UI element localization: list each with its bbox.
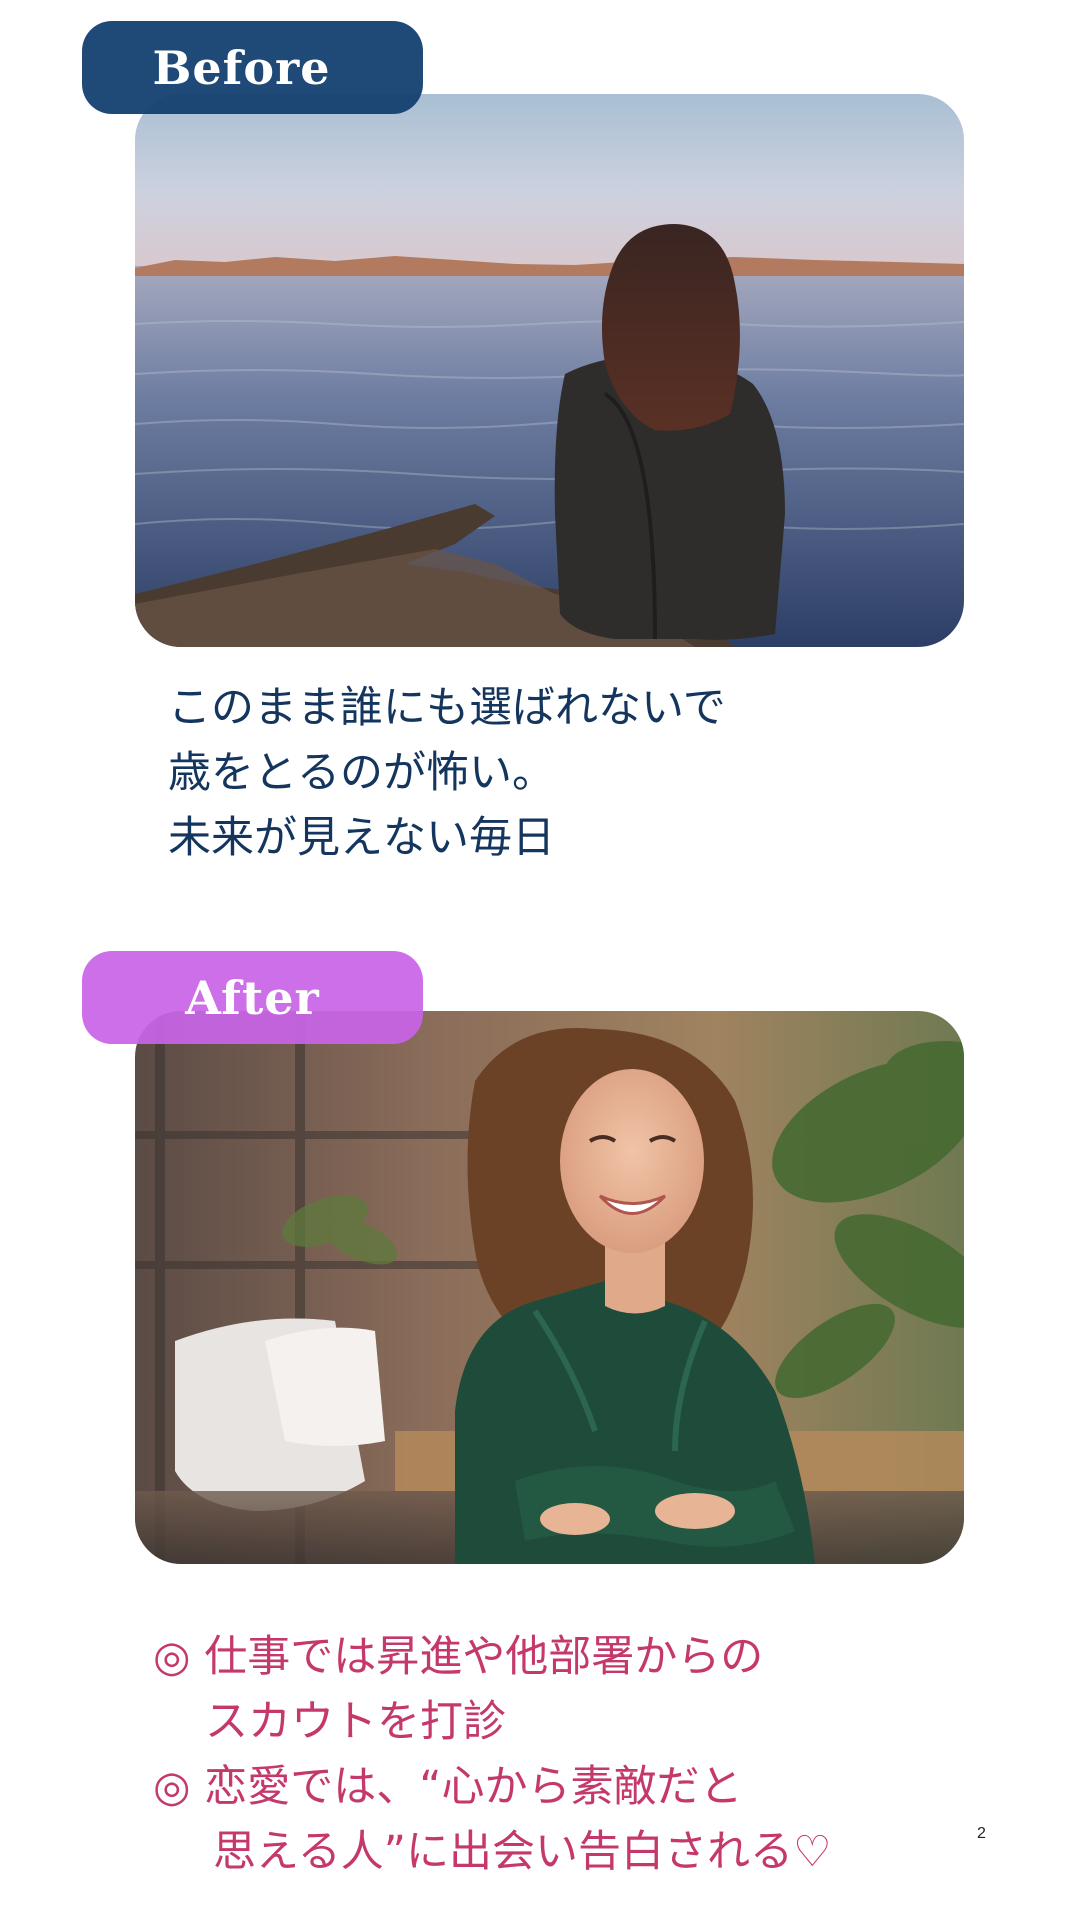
before-caption-line-3: 未来が見えない毎日: [168, 813, 555, 863]
smiling-woman-image: [135, 1011, 964, 1564]
after-photo: [135, 1011, 964, 1564]
after-caption-line-2: スカウトを打診: [205, 1697, 506, 1747]
lake-scene-image: [135, 94, 964, 647]
after-caption-line-4: 思える人”に出会い告白される♡: [213, 1827, 832, 1877]
before-photo: [135, 94, 964, 647]
after-tag: After: [82, 951, 423, 1044]
before-caption-line-2: 歳をとるのが怖い。: [168, 748, 555, 798]
page-number: 2: [977, 1825, 986, 1842]
before-tag: Before: [82, 21, 423, 114]
after-caption-line-1: ◎ 仕事では昇進や他部署からの: [153, 1632, 764, 1682]
after-caption-line-3: ◎ 恋愛では、“心から素敵だと: [153, 1762, 743, 1812]
before-caption-line-1: このまま誰にも選ばれないで: [168, 683, 726, 733]
after-caption: ◎ 仕事では昇進や他部署からの スカウトを打診 ◎ 恋愛では、“心から素敵だと …: [153, 1625, 993, 1885]
before-caption: このまま誰にも選ばれないで 歳をとるのが怖い。 未来が見えない毎日: [168, 676, 868, 871]
